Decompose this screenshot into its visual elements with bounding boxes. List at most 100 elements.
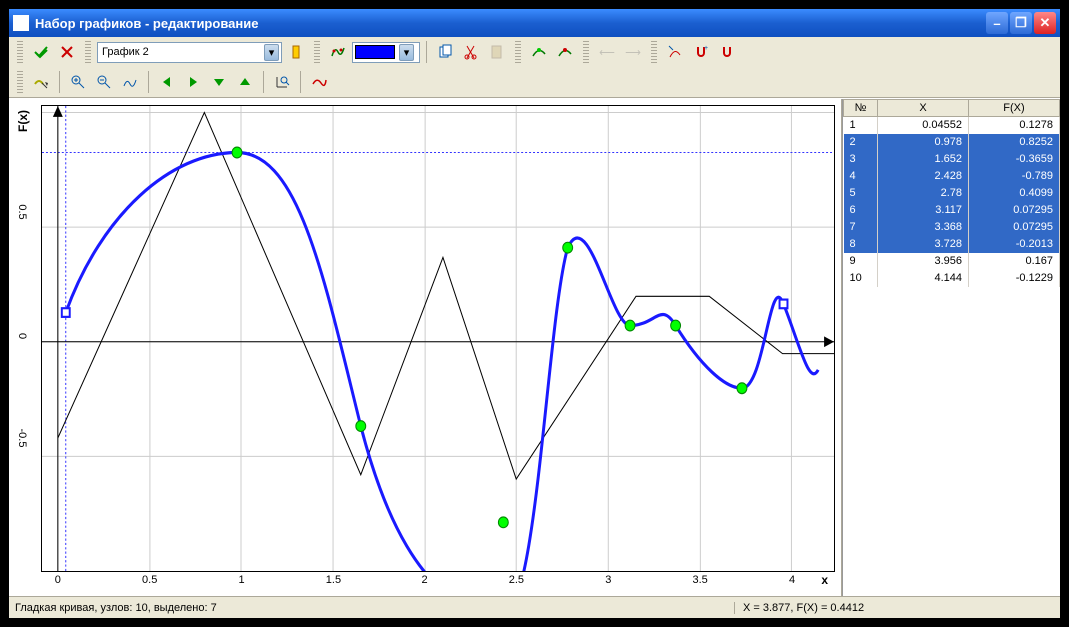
cell-x[interactable]: 1.652 — [878, 151, 969, 168]
x-tick: 1 — [239, 574, 245, 586]
status-right: X = 3.877, F(X) = 0.4412 — [734, 602, 1054, 614]
snap-tool-button[interactable]: + — [689, 41, 713, 63]
table-row[interactable]: 63.1170.07295 — [844, 202, 1060, 219]
cell-x[interactable]: 3.728 — [878, 236, 969, 253]
table-row[interactable]: 52.780.4099 — [844, 185, 1060, 202]
cell-fx[interactable]: -0.789 — [969, 168, 1060, 185]
table-row[interactable]: 31.652-0.3659 — [844, 151, 1060, 168]
y-tick: 0 — [16, 333, 28, 339]
table-row[interactable]: 10.045520.1278 — [844, 117, 1060, 134]
window-title: Набор графиков - редактирование — [35, 16, 986, 31]
curve-tool-button[interactable] — [326, 41, 350, 63]
axis-settings-button[interactable] — [270, 71, 294, 93]
grip-icon[interactable] — [17, 71, 23, 93]
curve-edit-button[interactable] — [307, 71, 331, 93]
prev-button: ⟵ — [595, 41, 619, 63]
x-tick: 3.5 — [692, 574, 707, 586]
cell-x[interactable]: 2.428 — [878, 168, 969, 185]
cell-fx[interactable]: -0.1229 — [969, 270, 1060, 287]
edit-curve-red-button[interactable] — [553, 41, 577, 63]
cell-n[interactable]: 7 — [844, 219, 878, 236]
chart-canvas[interactable]: F(x) -0.5 0 0.5 0 0.5 1 1.5 2 2.5 3 3.5 … — [41, 105, 835, 572]
table-row[interactable]: 93.9560.167 — [844, 253, 1060, 270]
cell-fx[interactable]: 0.4099 — [969, 185, 1060, 202]
cell-x[interactable]: 3.956 — [878, 253, 969, 270]
measure-tool-button[interactable] — [663, 41, 687, 63]
grip-icon[interactable] — [515, 41, 521, 63]
nav-left-button[interactable] — [155, 71, 179, 93]
cell-x[interactable]: 0.978 — [878, 134, 969, 151]
cell-n[interactable]: 6 — [844, 202, 878, 219]
graph-selector-label: График 2 — [102, 46, 149, 58]
cell-n[interactable]: 2 — [844, 134, 878, 151]
statusbar: Гладкая кривая, узлов: 10, выделено: 7 X… — [9, 596, 1060, 618]
table-row[interactable]: 83.728-0.2013 — [844, 236, 1060, 253]
graph-selector[interactable]: График 2 ▾ — [97, 42, 282, 63]
titlebar[interactable]: Набор графиков - редактирование – ❐ ✕ — [9, 9, 1060, 37]
col-header-n[interactable]: № — [844, 100, 878, 117]
toolbar-row-2 — [9, 67, 1060, 97]
maximize-button[interactable]: ❐ — [1010, 12, 1032, 34]
cell-n[interactable]: 9 — [844, 253, 878, 270]
cell-n[interactable]: 3 — [844, 151, 878, 168]
table-row[interactable]: 20.9780.8252 — [844, 134, 1060, 151]
data-pane: № X F(X) 10.045520.127820.9780.825231.65… — [842, 99, 1060, 596]
cell-fx[interactable]: 0.07295 — [969, 219, 1060, 236]
next-button: ⟶ — [621, 41, 645, 63]
zoom-fit-button[interactable] — [118, 71, 142, 93]
cell-fx[interactable]: 0.07295 — [969, 202, 1060, 219]
x-tick: 2 — [421, 574, 427, 586]
col-header-fx[interactable]: F(X) — [969, 100, 1060, 117]
cell-n[interactable]: 4 — [844, 168, 878, 185]
grip-icon[interactable] — [651, 41, 657, 63]
col-header-x[interactable]: X — [878, 100, 969, 117]
close-button[interactable]: ✕ — [1034, 12, 1056, 34]
cell-x[interactable]: 0.04552 — [878, 117, 969, 134]
grip-icon[interactable] — [17, 41, 23, 63]
magnet-tool-button[interactable] — [715, 41, 739, 63]
cell-fx[interactable]: 0.167 — [969, 253, 1060, 270]
grip-icon[interactable] — [314, 41, 320, 63]
copy-button[interactable] — [433, 41, 457, 63]
reject-button[interactable] — [55, 41, 79, 63]
table-row[interactable]: 104.144-0.1229 — [844, 270, 1060, 287]
nav-up-button[interactable] — [233, 71, 257, 93]
cut-button[interactable] — [459, 41, 483, 63]
chart-svg[interactable] — [42, 106, 834, 571]
minimize-button[interactable]: – — [986, 12, 1008, 34]
nav-right-button[interactable] — [181, 71, 205, 93]
x-axis-label: x — [821, 573, 828, 587]
chevron-down-icon[interactable]: ▾ — [399, 44, 414, 61]
table-row[interactable]: 42.428-0.789 — [844, 168, 1060, 185]
cell-fx[interactable]: 0.1278 — [969, 117, 1060, 134]
cell-x[interactable]: 2.78 — [878, 185, 969, 202]
zoom-in-button[interactable] — [66, 71, 90, 93]
workarea: ✥ F(x) -0.5 0 0.5 0 0.5 1 1.5 2 2.5 3 3.… — [9, 98, 1060, 596]
cell-x[interactable]: 3.117 — [878, 202, 969, 219]
cell-fx[interactable]: 0.8252 — [969, 134, 1060, 151]
color-selector[interactable]: ▾ — [352, 42, 420, 63]
nav-down-button[interactable] — [207, 71, 231, 93]
cell-x[interactable]: 3.368 — [878, 219, 969, 236]
cell-n[interactable]: 5 — [844, 185, 878, 202]
cell-x[interactable]: 4.144 — [878, 270, 969, 287]
cell-n[interactable]: 8 — [844, 236, 878, 253]
cell-fx[interactable]: -0.3659 — [969, 151, 1060, 168]
cell-fx[interactable]: -0.2013 — [969, 236, 1060, 253]
edit-curve-green-button[interactable] — [527, 41, 551, 63]
grip-icon[interactable] — [583, 41, 589, 63]
accept-button[interactable] — [29, 41, 53, 63]
zoom-out-button[interactable] — [92, 71, 116, 93]
table-row[interactable]: 73.3680.07295 — [844, 219, 1060, 236]
properties-button[interactable] — [284, 41, 308, 63]
toolbars: График 2 ▾ ▾ ⟵ ⟶ + — [9, 37, 1060, 98]
data-table[interactable]: № X F(X) 10.045520.127820.9780.825231.65… — [843, 99, 1060, 287]
select-tool-button[interactable] — [29, 71, 53, 93]
cell-n[interactable]: 1 — [844, 117, 878, 134]
chevron-down-icon[interactable]: ▾ — [264, 44, 279, 61]
y-tick: 0.5 — [16, 204, 28, 219]
cell-n[interactable]: 10 — [844, 270, 878, 287]
grip-icon[interactable] — [85, 41, 91, 63]
paste-button — [485, 41, 509, 63]
app-icon — [13, 15, 29, 31]
